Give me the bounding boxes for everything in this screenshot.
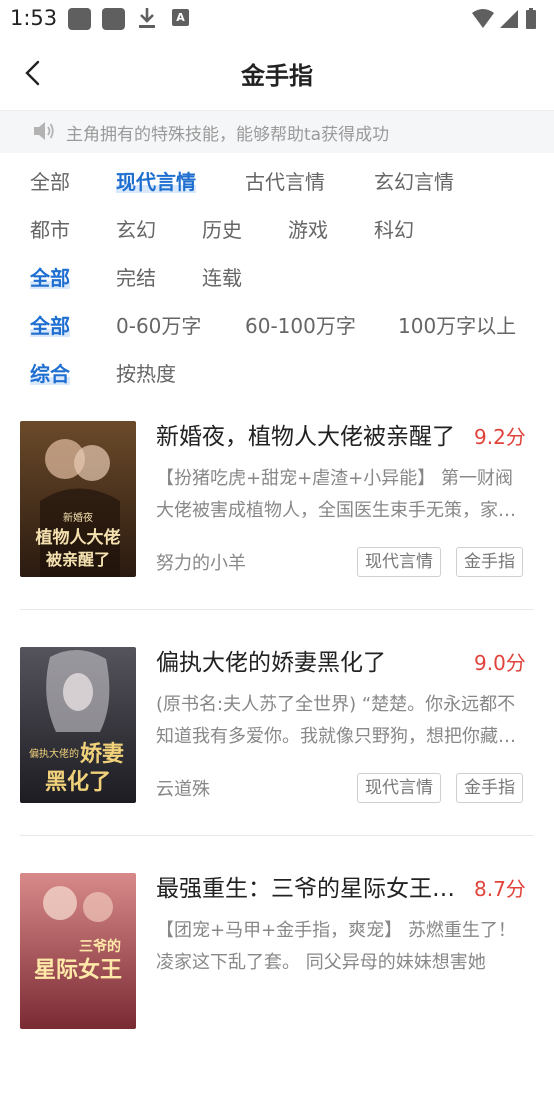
cover-text: 偏执大佬的 xyxy=(29,747,79,760)
filter-fantasy[interactable]: 玄幻 xyxy=(116,214,156,243)
notification-icon xyxy=(102,8,125,30)
filter-completed[interactable]: 完结 xyxy=(116,262,156,291)
status-time: 1:53 xyxy=(10,6,58,30)
cover-text: 三爷的 xyxy=(79,938,121,955)
book-cover[interactable]: 三爷的 星际女王 xyxy=(20,873,136,1029)
download-icon xyxy=(139,8,155,28)
book-description: (原书名:夫人苏了全世界) “楚楚。你永远都不知道我有多爱你。我就像只野狗，想把… xyxy=(156,694,516,747)
filter-scifi[interactable]: 科幻 xyxy=(374,214,414,243)
book-title[interactable]: 新婚夜，植物人大佬被亲醒了 xyxy=(156,421,462,453)
notice-text: 主角拥有的特殊技能，能够帮助ta获得成功 xyxy=(66,125,390,145)
book-score: 9.0分 xyxy=(474,651,526,675)
speaker-icon xyxy=(34,122,54,140)
book-list-item[interactable]: 偏执大佬的 娇妻 黑化了 偏执大佬的娇妻黑化了 9.0分 (原书名:夫人苏了全世… xyxy=(0,647,554,873)
filter-urban[interactable]: 都市 xyxy=(30,214,70,243)
book-tag[interactable]: 现代言情 xyxy=(357,773,441,803)
battery-icon xyxy=(526,10,536,29)
cover-text: 黑化了 xyxy=(45,769,111,795)
filter-serializing[interactable]: 连载 xyxy=(202,262,242,291)
sort-comprehensive[interactable]: 综合 xyxy=(30,358,70,387)
book-author: 努力的小羊 xyxy=(156,553,246,574)
cover-text: 植物人大佬 xyxy=(36,527,121,548)
book-cover[interactable]: 新婚夜 植物人大佬 被亲醒了 xyxy=(20,421,136,577)
status-bar: 1:53 A xyxy=(0,0,554,38)
divider xyxy=(20,609,534,610)
filter-history[interactable]: 历史 xyxy=(202,214,242,243)
book-tag[interactable]: 金手指 xyxy=(456,547,523,577)
signal-icon xyxy=(500,10,518,28)
book-tag[interactable]: 现代言情 xyxy=(357,547,441,577)
book-list-item[interactable]: 新婚夜 植物人大佬 被亲醒了 新婚夜，植物人大佬被亲醒了 9.2分 【扮猪吃虎+… xyxy=(0,421,554,647)
book-title[interactable]: 偏执大佬的娇妻黑化了 xyxy=(156,647,462,679)
book-title[interactable]: 最强重生：三爷的星际女王大人 xyxy=(156,873,462,905)
filter-words-all[interactable]: 全部 xyxy=(30,310,70,339)
filter-status-all[interactable]: 全部 xyxy=(30,262,70,291)
cover-text: 被亲醒了 xyxy=(46,550,110,569)
book-description: 【团宠+马甲+金手指，爽宠】 苏燃重生了！凌家这下乱了套。 同父异母的妹妹想害她 xyxy=(156,920,516,973)
cover-text: 新婚夜 xyxy=(63,511,93,524)
filter-fantasy-romance[interactable]: 玄幻言情 xyxy=(374,166,454,195)
filter-words-0-60[interactable]: 0-60万字 xyxy=(116,310,201,339)
cover-text: 娇妻 xyxy=(80,741,124,767)
filter-game[interactable]: 游戏 xyxy=(288,214,328,243)
notice-bar: 主角拥有的特殊技能，能够帮助ta获得成功 xyxy=(0,111,554,153)
app-notification-icon: A xyxy=(172,9,189,26)
sort-by-popularity[interactable]: 按热度 xyxy=(116,358,176,387)
wifi-icon xyxy=(472,9,494,28)
book-score: 8.7分 xyxy=(474,877,526,901)
filter-words-100plus[interactable]: 100万字以上 xyxy=(398,310,516,339)
book-list-item[interactable]: 三爷的 星际女王 最强重生：三爷的星际女王大人 8.7分 【团宠+马甲+金手指，… xyxy=(0,873,554,1099)
page-title: 金手指 xyxy=(241,62,313,90)
book-cover[interactable]: 偏执大佬的 娇妻 黑化了 xyxy=(20,647,136,803)
filter-ancient-romance[interactable]: 古代言情 xyxy=(245,166,325,195)
book-author: 云道殊 xyxy=(156,779,210,800)
cover-text: 星际女王 xyxy=(34,957,122,983)
filter-words-60-100[interactable]: 60-100万字 xyxy=(245,310,356,339)
filter-all-categories[interactable]: 全部 xyxy=(30,166,70,195)
system-status-icons xyxy=(472,8,536,29)
title-bar: 金手指 xyxy=(0,38,554,111)
book-description: 【扮猪吃虎+甜宠+虐渣+小异能】 第一财阀大佬被害成植物人，全国医生束手无策，家… xyxy=(156,468,516,521)
book-tag[interactable]: 金手指 xyxy=(456,773,523,803)
notification-icon xyxy=(68,8,91,30)
divider xyxy=(20,835,534,836)
book-score: 9.2分 xyxy=(474,425,526,449)
filter-modern-romance[interactable]: 现代言情 xyxy=(116,166,196,195)
